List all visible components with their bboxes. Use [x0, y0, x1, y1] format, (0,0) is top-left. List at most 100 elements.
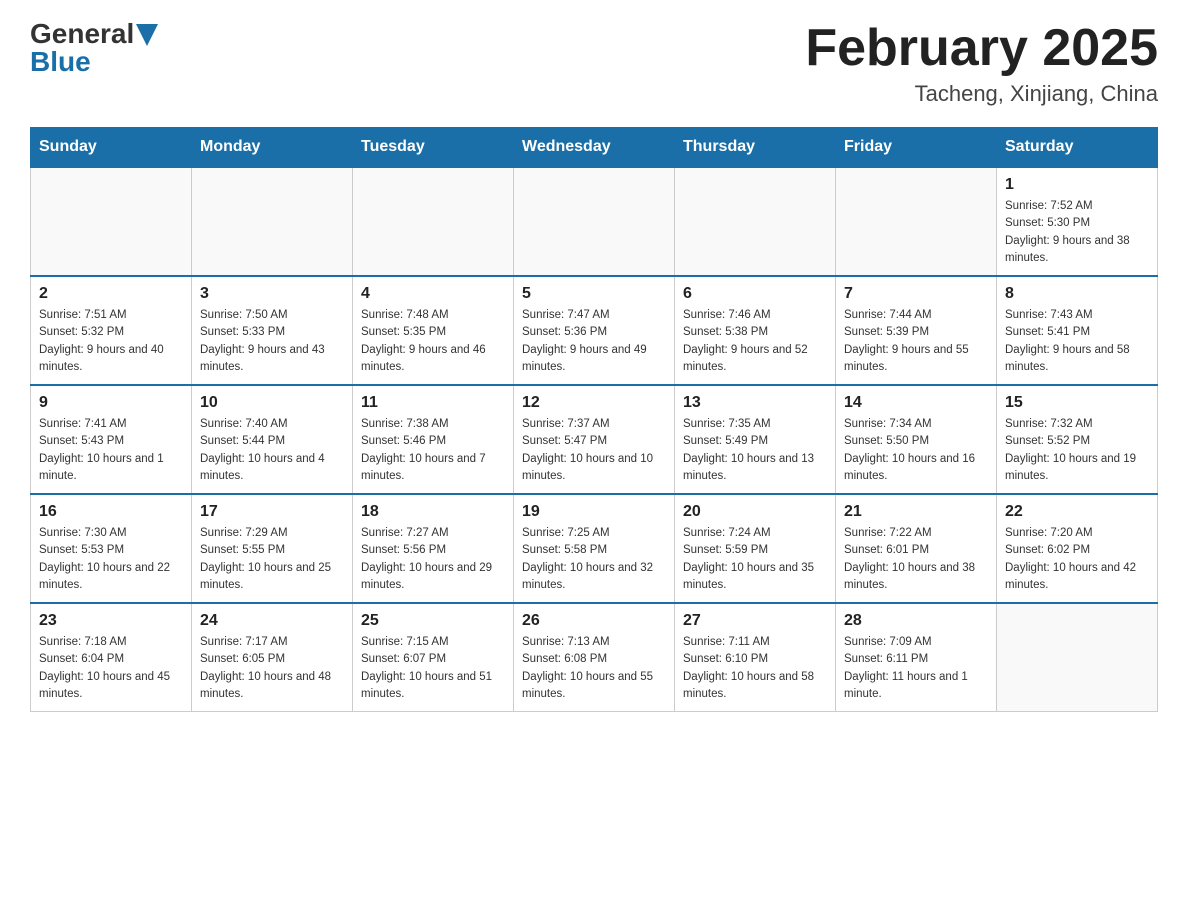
- day-info: Sunrise: 7:50 AMSunset: 5:33 PMDaylight:…: [200, 307, 344, 376]
- day-number: 19: [522, 503, 666, 521]
- day-number: 10: [200, 394, 344, 412]
- day-info: Sunrise: 7:48 AMSunset: 5:35 PMDaylight:…: [361, 307, 505, 376]
- day-header-thursday: Thursday: [675, 128, 836, 168]
- calendar-cell: 7 Sunrise: 7:44 AMSunset: 5:39 PMDaylight…: [836, 276, 997, 385]
- calendar-cell: 14 Sunrise: 7:34 AMSunset: 5:50 PMDayligh…: [836, 385, 997, 494]
- calendar-cell: [31, 167, 192, 276]
- day-number: 20: [683, 503, 827, 521]
- day-info: Sunrise: 7:29 AMSunset: 5:55 PMDaylight:…: [200, 525, 344, 594]
- logo-general-text: General: [30, 20, 134, 48]
- day-info: Sunrise: 7:15 AMSunset: 6:07 PMDaylight:…: [361, 634, 505, 703]
- calendar-cell: 4 Sunrise: 7:48 AMSunset: 5:35 PMDaylight…: [353, 276, 514, 385]
- day-info: Sunrise: 7:34 AMSunset: 5:50 PMDaylight:…: [844, 416, 988, 485]
- logo-blue-text: Blue: [30, 48, 91, 76]
- calendar-cell: [353, 167, 514, 276]
- day-info: Sunrise: 7:13 AMSunset: 6:08 PMDaylight:…: [522, 634, 666, 703]
- calendar-cell: 6Sunrise: 7:46 AMSunset: 5:38 PMDaylight…: [675, 276, 836, 385]
- calendar-cell: 28Sunrise: 7:09 AMSunset: 6:11 PMDayligh…: [836, 603, 997, 712]
- day-info: Sunrise: 7:11 AMSunset: 6:10 PMDaylight:…: [683, 634, 827, 703]
- day-header-wednesday: Wednesday: [514, 128, 675, 168]
- day-info: Sunrise: 7:18 AMSunset: 6:04 PMDaylight:…: [39, 634, 183, 703]
- day-number: 22: [1005, 503, 1149, 521]
- calendar-cell: 21 Sunrise: 7:22 AMSunset: 6:01 PMDayligh…: [836, 494, 997, 603]
- day-number: 17: [200, 503, 344, 521]
- day-number: 24: [200, 612, 344, 630]
- logo-combined: General Blue: [30, 20, 158, 76]
- calendar-cell: 8Sunrise: 7:43 AMSunset: 5:41 PMDaylight…: [997, 276, 1158, 385]
- calendar-cell: 23Sunrise: 7:18 AMSunset: 6:04 PMDayligh…: [31, 603, 192, 712]
- day-info: Sunrise: 7:35 AMSunset: 5:49 PMDaylight:…: [683, 416, 827, 485]
- week-row-1: 1Sunrise: 7:52 AMSunset: 5:30 PMDaylight…: [31, 167, 1158, 276]
- day-number: 12: [522, 394, 666, 412]
- calendar-cell: 17 Sunrise: 7:29 AMSunset: 5:55 PMDayligh…: [192, 494, 353, 603]
- day-number: 3: [200, 285, 344, 303]
- day-info: Sunrise: 7:30 AMSunset: 5:53 PMDaylight:…: [39, 525, 183, 594]
- logo: General Blue: [30, 20, 158, 76]
- week-row-3: 9Sunrise: 7:41 AMSunset: 5:43 PMDaylight…: [31, 385, 1158, 494]
- calendar-cell: [836, 167, 997, 276]
- calendar-cell: [514, 167, 675, 276]
- calendar-cell: 20 Sunrise: 7:24 AMSunset: 5:59 PMDayligh…: [675, 494, 836, 603]
- day-info: Sunrise: 7:40 AMSunset: 5:44 PMDaylight:…: [200, 416, 344, 485]
- day-header-sunday: Sunday: [31, 128, 192, 168]
- calendar-cell: 15 Sunrise: 7:32 AMSunset: 5:52 PMDayligh…: [997, 385, 1158, 494]
- day-number: 25: [361, 612, 505, 630]
- day-header-tuesday: Tuesday: [353, 128, 514, 168]
- logo-arrow-icon: [136, 24, 158, 46]
- day-info: Sunrise: 7:27 AMSunset: 5:56 PMDaylight:…: [361, 525, 505, 594]
- calendar-table: SundayMondayTuesdayWednesdayThursdayFrid…: [30, 127, 1158, 712]
- logo-top-row: General: [30, 20, 158, 48]
- day-number: 21: [844, 503, 988, 521]
- calendar-header-row: SundayMondayTuesdayWednesdayThursdayFrid…: [31, 128, 1158, 168]
- day-info: Sunrise: 7:22 AMSunset: 6:01 PMDaylight:…: [844, 525, 988, 594]
- day-number: 13: [683, 394, 827, 412]
- day-header-saturday: Saturday: [997, 128, 1158, 168]
- day-info: Sunrise: 7:20 AMSunset: 6:02 PMDaylight:…: [1005, 525, 1149, 594]
- page-title: February 2025: [805, 20, 1158, 77]
- day-info: Sunrise: 7:51 AMSunset: 5:32 PMDaylight:…: [39, 307, 183, 376]
- calendar-cell: 9Sunrise: 7:41 AMSunset: 5:43 PMDaylight…: [31, 385, 192, 494]
- day-info: Sunrise: 7:43 AMSunset: 5:41 PMDaylight:…: [1005, 307, 1149, 376]
- day-number: 1: [1005, 176, 1149, 194]
- page-header: General Blue February 2025 Tacheng, Xinj…: [30, 20, 1158, 107]
- calendar-cell: 2 Sunrise: 7:51 AMSunset: 5:32 PMDaylight…: [31, 276, 192, 385]
- day-info: Sunrise: 7:46 AMSunset: 5:38 PMDaylight:…: [683, 307, 827, 376]
- day-number: 14: [844, 394, 988, 412]
- calendar-cell: 3 Sunrise: 7:50 AMSunset: 5:33 PMDaylight…: [192, 276, 353, 385]
- day-number: 5: [522, 285, 666, 303]
- calendar-cell: [997, 603, 1158, 712]
- calendar-cell: [192, 167, 353, 276]
- calendar-cell: 11Sunrise: 7:38 AMSunset: 5:46 PMDayligh…: [353, 385, 514, 494]
- calendar-cell: 26Sunrise: 7:13 AMSunset: 6:08 PMDayligh…: [514, 603, 675, 712]
- day-number: 27: [683, 612, 827, 630]
- day-number: 18: [361, 503, 505, 521]
- week-row-5: 23Sunrise: 7:18 AMSunset: 6:04 PMDayligh…: [31, 603, 1158, 712]
- day-number: 7: [844, 285, 988, 303]
- calendar-cell: 22 Sunrise: 7:20 AMSunset: 6:02 PMDayligh…: [997, 494, 1158, 603]
- week-row-2: 2 Sunrise: 7:51 AMSunset: 5:32 PMDaylight…: [31, 276, 1158, 385]
- day-header-monday: Monday: [192, 128, 353, 168]
- day-number: 4: [361, 285, 505, 303]
- page-subtitle: Tacheng, Xinjiang, China: [805, 81, 1158, 107]
- day-info: Sunrise: 7:37 AMSunset: 5:47 PMDaylight:…: [522, 416, 666, 485]
- calendar-cell: 1Sunrise: 7:52 AMSunset: 5:30 PMDaylight…: [997, 167, 1158, 276]
- calendar-cell: [675, 167, 836, 276]
- title-block: February 2025 Tacheng, Xinjiang, China: [805, 20, 1158, 107]
- calendar-cell: 12 Sunrise: 7:37 AMSunset: 5:47 PMDayligh…: [514, 385, 675, 494]
- day-number: 15: [1005, 394, 1149, 412]
- day-number: 2: [39, 285, 183, 303]
- calendar-cell: 19 Sunrise: 7:25 AMSunset: 5:58 PMDayligh…: [514, 494, 675, 603]
- calendar-cell: 27 Sunrise: 7:11 AMSunset: 6:10 PMDayligh…: [675, 603, 836, 712]
- day-info: Sunrise: 7:47 AMSunset: 5:36 PMDaylight:…: [522, 307, 666, 376]
- calendar-cell: 13 Sunrise: 7:35 AMSunset: 5:49 PMDayligh…: [675, 385, 836, 494]
- calendar-cell: 16 Sunrise: 7:30 AMSunset: 5:53 PMDayligh…: [31, 494, 192, 603]
- calendar-cell: 25 Sunrise: 7:15 AMSunset: 6:07 PMDayligh…: [353, 603, 514, 712]
- day-info: Sunrise: 7:32 AMSunset: 5:52 PMDaylight:…: [1005, 416, 1149, 485]
- day-number: 16: [39, 503, 183, 521]
- calendar-cell: 24 Sunrise: 7:17 AMSunset: 6:05 PMDayligh…: [192, 603, 353, 712]
- week-row-4: 16 Sunrise: 7:30 AMSunset: 5:53 PMDayligh…: [31, 494, 1158, 603]
- day-info: Sunrise: 7:25 AMSunset: 5:58 PMDaylight:…: [522, 525, 666, 594]
- day-info: Sunrise: 7:17 AMSunset: 6:05 PMDaylight:…: [200, 634, 344, 703]
- day-info: Sunrise: 7:24 AMSunset: 5:59 PMDaylight:…: [683, 525, 827, 594]
- day-info: Sunrise: 7:44 AMSunset: 5:39 PMDaylight:…: [844, 307, 988, 376]
